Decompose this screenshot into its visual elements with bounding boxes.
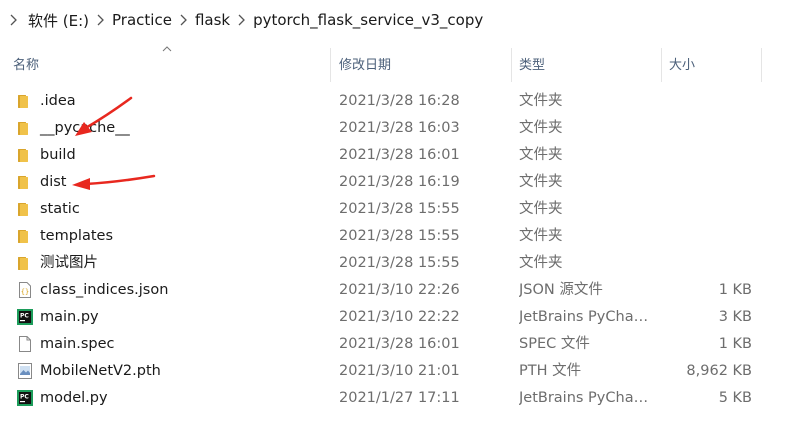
blank-file-icon bbox=[16, 335, 34, 353]
file-type: PTH 文件 bbox=[519, 363, 582, 379]
file-modified-date: 2021/3/28 15:55 bbox=[339, 201, 460, 217]
breadcrumb-item-practice[interactable]: Practice bbox=[112, 11, 172, 29]
file-modified-date: 2021/3/28 16:03 bbox=[339, 120, 460, 136]
file-size: 1 KB bbox=[718, 336, 752, 352]
svg-text:{}: {} bbox=[21, 288, 29, 296]
file-row[interactable]: {} class_indices.json 2021/3/10 22:26 JSON … bbox=[0, 277, 790, 304]
file-size: 1 KB bbox=[718, 282, 752, 298]
file-type: 文件夹 bbox=[519, 174, 563, 190]
file-type: 文件夹 bbox=[519, 147, 563, 163]
chevron-right-icon[interactable] bbox=[180, 14, 187, 26]
file-type: 文件夹 bbox=[519, 120, 563, 136]
folder-icon bbox=[16, 119, 34, 137]
file-size: 3 KB bbox=[718, 309, 752, 325]
file-row[interactable]: __pycache__ 2021/3/28 16:03 文件夹 bbox=[0, 115, 790, 142]
file-modified-date: 2021/3/28 15:55 bbox=[339, 228, 460, 244]
file-type: 文件夹 bbox=[519, 93, 563, 109]
file-type: JetBrains PyCharm bbox=[519, 390, 653, 406]
column-header-size[interactable]: 大小 bbox=[661, 42, 761, 84]
folder-icon bbox=[16, 146, 34, 164]
file-name[interactable]: static bbox=[40, 196, 80, 223]
file-size: 5 KB bbox=[718, 390, 752, 406]
pycharm-file-icon: PC bbox=[16, 308, 34, 326]
breadcrumb-item-flask[interactable]: flask bbox=[195, 11, 230, 29]
file-row[interactable]: templates 2021/3/28 15:55 文件夹 bbox=[0, 223, 790, 250]
file-modified-date: 2021/3/28 16:01 bbox=[339, 336, 460, 352]
file-modified-date: 2021/1/27 17:11 bbox=[339, 390, 460, 406]
file-row[interactable]: .idea 2021/3/28 16:28 文件夹 bbox=[0, 88, 790, 115]
file-type: JSON 源文件 bbox=[519, 282, 603, 298]
folder-icon bbox=[16, 200, 34, 218]
breadcrumb-item-current-folder[interactable]: pytorch_flask_service_v3_copy bbox=[253, 11, 483, 29]
file-row[interactable]: PC main.py 2021/3/10 22:22 JetBrains PyChar… bbox=[0, 304, 790, 331]
file-row[interactable]: main.spec 2021/3/28 16:01 SPEC 文件 1 KB bbox=[0, 331, 790, 358]
breadcrumb-item-drive[interactable]: 软件 (E:) bbox=[28, 10, 89, 31]
file-modified-date: 2021/3/28 16:19 bbox=[339, 174, 460, 190]
image-file-icon bbox=[16, 362, 34, 380]
file-modified-date: 2021/3/10 21:01 bbox=[339, 363, 460, 379]
file-type: 文件夹 bbox=[519, 255, 563, 271]
file-modified-date: 2021/3/10 22:22 bbox=[339, 309, 460, 325]
file-modified-date: 2021/3/28 16:28 bbox=[339, 93, 460, 109]
file-row[interactable]: MobileNetV2.pth 2021/3/10 21:01 PTH 文件 8,96… bbox=[0, 358, 790, 385]
file-type: SPEC 文件 bbox=[519, 336, 590, 352]
chevron-right-icon[interactable] bbox=[97, 14, 104, 26]
file-name[interactable]: build bbox=[40, 142, 76, 169]
file-name[interactable]: main.spec bbox=[40, 331, 115, 358]
breadcrumb: 软件 (E:) Practice flask pytorch_flask_ser… bbox=[0, 0, 790, 40]
file-name[interactable]: 测试图片 bbox=[40, 250, 98, 277]
file-type: JetBrains PyCharm bbox=[519, 309, 653, 325]
file-type: 文件夹 bbox=[519, 228, 563, 244]
chevron-right-icon[interactable] bbox=[10, 14, 17, 26]
file-name[interactable]: main.py bbox=[40, 304, 99, 331]
file-modified-date: 2021/3/28 16:01 bbox=[339, 147, 460, 163]
file-modified-date: 2021/3/28 15:55 bbox=[339, 255, 460, 271]
file-list: .idea 2021/3/28 16:28 文件夹 __pycache__ 2021/3… bbox=[0, 88, 790, 412]
folder-icon bbox=[16, 254, 34, 272]
file-modified-date: 2021/3/10 22:26 bbox=[339, 282, 460, 298]
file-row[interactable]: 测试图片 2021/3/28 15:55 文件夹 bbox=[0, 250, 790, 277]
file-name[interactable]: class_indices.json bbox=[40, 277, 168, 304]
column-header-modified[interactable]: 修改日期 bbox=[331, 42, 511, 84]
column-header-type[interactable]: 类型 bbox=[511, 42, 661, 84]
file-name[interactable]: dist bbox=[40, 169, 66, 196]
svg-text:PC: PC bbox=[20, 313, 29, 320]
file-row[interactable]: PC model.py 2021/1/27 17:11 JetBrains PyCha… bbox=[0, 385, 790, 412]
folder-icon bbox=[16, 227, 34, 245]
folder-icon bbox=[16, 92, 34, 110]
column-header-name[interactable]: 名称 bbox=[5, 42, 330, 84]
file-name[interactable]: .idea bbox=[40, 88, 76, 115]
file-name[interactable]: MobileNetV2.pth bbox=[40, 358, 161, 385]
file-row[interactable]: build 2021/3/28 16:01 文件夹 bbox=[0, 142, 790, 169]
file-name[interactable]: model.py bbox=[40, 385, 108, 412]
file-type: 文件夹 bbox=[519, 201, 563, 217]
json-file-icon: {} bbox=[16, 281, 34, 299]
chevron-right-icon[interactable] bbox=[238, 14, 246, 26]
column-header-row: 名称 修改日期 类型 大小 bbox=[0, 42, 790, 84]
file-row[interactable]: dist 2021/3/28 16:19 文件夹 bbox=[0, 169, 790, 196]
file-size: 8,962 KB bbox=[686, 363, 752, 379]
file-row[interactable]: static 2021/3/28 15:55 文件夹 bbox=[0, 196, 790, 223]
pycharm-file-icon: PC bbox=[16, 389, 34, 407]
column-divider[interactable] bbox=[761, 48, 762, 82]
file-name[interactable]: __pycache__ bbox=[40, 115, 130, 142]
svg-text:PC: PC bbox=[20, 394, 29, 401]
folder-icon bbox=[16, 173, 34, 191]
file-name[interactable]: templates bbox=[40, 223, 113, 250]
